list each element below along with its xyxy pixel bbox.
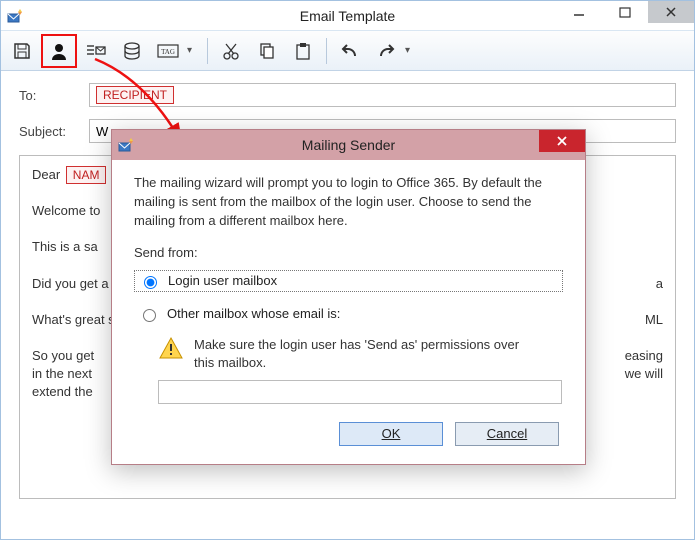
to-input[interactable]: RECIPIENT <box>89 83 676 107</box>
warning-block: Make sure the login user has 'Send as' p… <box>158 336 563 372</box>
tag-button[interactable]: TAG <box>151 36 185 66</box>
cut-button[interactable] <box>214 36 248 66</box>
radio-login-user-mailbox[interactable]: Login user mailbox <box>134 270 563 292</box>
name-token[interactable]: NAM <box>66 166 107 184</box>
dialog-titlebar: Mailing Sender <box>112 130 585 160</box>
to-label: To: <box>19 88 89 103</box>
sender-button[interactable] <box>41 34 77 68</box>
dialog-description: The mailing wizard will prompt you to lo… <box>134 174 563 231</box>
cancel-button[interactable]: Cancel <box>455 422 559 446</box>
warning-text: Make sure the login user has 'Send as' p… <box>194 336 524 372</box>
warning-icon <box>158 336 184 360</box>
toolbar-overflow-2[interactable]: ▾ <box>405 45 419 56</box>
app-icon <box>7 8 23 24</box>
toolbar-separator <box>207 38 208 64</box>
copy-button[interactable] <box>250 36 284 66</box>
to-row: To: RECIPIENT <box>19 83 676 107</box>
undo-button[interactable] <box>333 36 367 66</box>
greeting-prefix: Dear <box>32 167 64 182</box>
toolbar: TAG ▾ ▾ <box>1 31 694 71</box>
window-controls <box>556 1 694 23</box>
save-button[interactable] <box>5 36 39 66</box>
radio-other-mailbox[interactable]: Other mailbox whose email is: <box>134 304 563 324</box>
maximize-button[interactable] <box>602 1 648 23</box>
email-template-window: Email Template TAG ▾ <box>0 0 695 540</box>
mailing-sender-dialog: Mailing Sender The mailing wizard will p… <box>111 129 586 465</box>
window-titlebar: Email Template <box>1 1 694 31</box>
ok-button[interactable]: OK <box>339 422 443 446</box>
paste-button[interactable] <box>286 36 320 66</box>
toolbar-overflow-1[interactable]: ▾ <box>187 45 201 56</box>
recipient-token[interactable]: RECIPIENT <box>96 86 174 104</box>
radio-other-label: Other mailbox whose email is: <box>167 306 340 321</box>
minimize-button[interactable] <box>556 1 602 23</box>
dialog-title: Mailing Sender <box>112 137 585 153</box>
radio-login-label: Login user mailbox <box>168 273 277 288</box>
dialog-body: The mailing wizard will prompt you to lo… <box>112 160 585 464</box>
radio-login-input[interactable] <box>144 276 157 289</box>
redo-button[interactable] <box>369 36 403 66</box>
dialog-buttons: OK Cancel <box>134 422 563 450</box>
other-mailbox-email-input[interactable] <box>158 380 562 404</box>
close-button[interactable] <box>648 1 694 23</box>
subject-text: W <box>96 124 108 139</box>
send-from-label: Send from: <box>134 245 563 260</box>
dialog-close-button[interactable] <box>539 130 585 152</box>
toolbar-separator-2 <box>326 38 327 64</box>
send-options-button[interactable] <box>79 36 113 66</box>
svg-text:TAG: TAG <box>161 48 175 56</box>
radio-other-input[interactable] <box>143 309 156 322</box>
database-button[interactable] <box>115 36 149 66</box>
subject-label: Subject: <box>19 124 89 139</box>
